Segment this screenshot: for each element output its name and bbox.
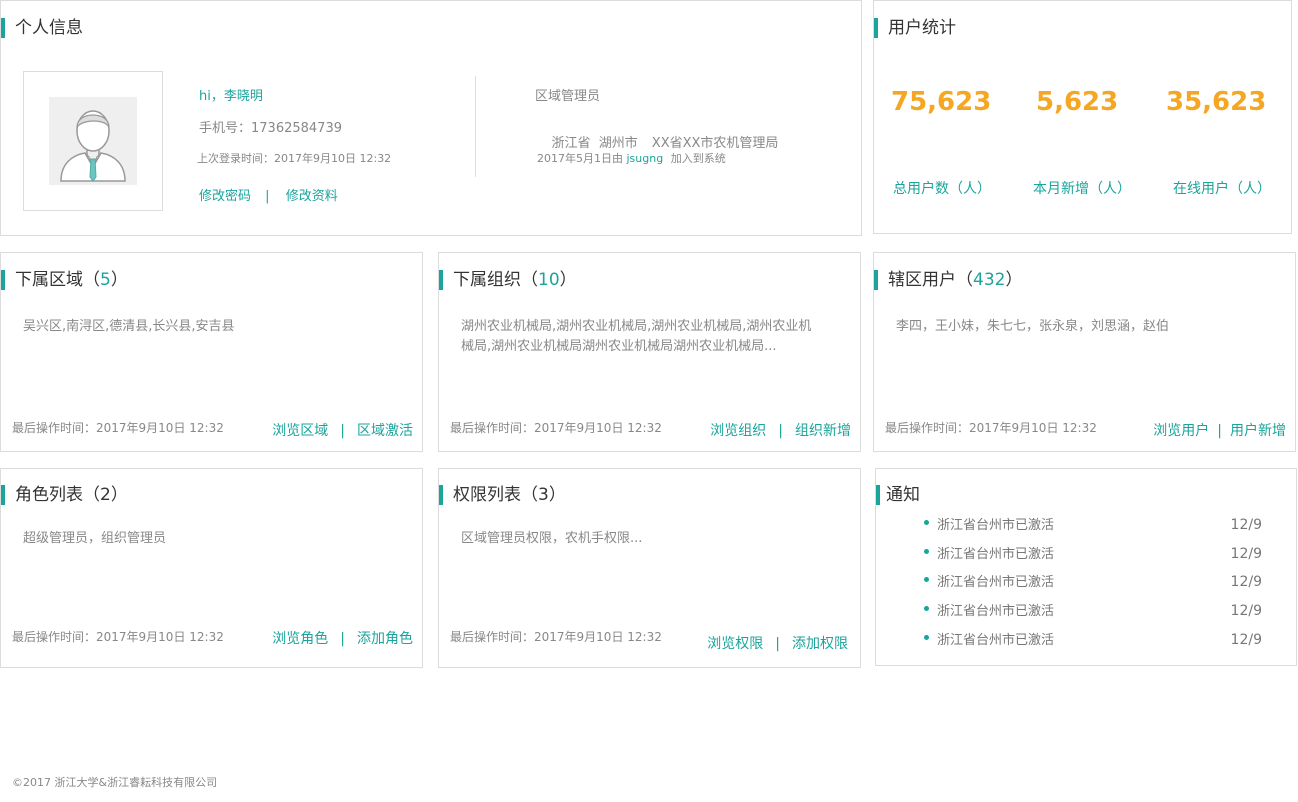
link-separator: | xyxy=(265,189,270,204)
bullet-dot-icon xyxy=(924,520,929,525)
stats-title: 用户统计 xyxy=(874,18,956,38)
avatar-frame xyxy=(23,71,163,211)
orgs-count: 10 xyxy=(538,270,560,290)
footer-copyright: ©2017 浙江大学&浙江睿耘科技有限公司 xyxy=(12,776,218,789)
browse-perms-link[interactable]: 浏览权限 xyxy=(707,636,763,652)
notice-item[interactable]: 浙江省台州市已激活 12/9 xyxy=(924,514,1262,534)
roles-card: 角色列表（2） 超级管理员，组织管理员 最后操作时间：2017年9月10日 12… xyxy=(0,468,423,668)
bullet-dot-icon xyxy=(924,549,929,554)
added-date: 2017年5月1日由 xyxy=(537,152,623,165)
notice-card: 通知 浙江省台州市已激活 12/9 浙江省台州市已激活 12/9 浙江省台州市已… xyxy=(875,468,1297,666)
browse-roles-link[interactable]: 浏览角色 xyxy=(272,631,328,647)
orgs-desc: 湖州农业机械局,湖州农业机械局,湖州农业机械局,湖州农业机械局,湖州农业机械局湖… xyxy=(461,319,812,354)
users-actions: 浏览用户 | 用户新增 xyxy=(1153,423,1286,439)
notice-text: 浙江省台州市已激活 xyxy=(937,575,1055,590)
organization: XX省XX市农机管理局 xyxy=(651,136,779,151)
activate-region-link[interactable]: 区域激活 xyxy=(357,423,413,439)
avatar-icon xyxy=(60,110,126,182)
avatar xyxy=(49,97,137,185)
perms-actions: 浏览权限 | 添加权限 xyxy=(707,636,848,652)
stat-total-label: 总用户数（人） xyxy=(893,181,991,197)
stats-card: 用户统计 75,623 5,623 35,623 总用户数（人） 本月新增（人）… xyxy=(873,0,1292,234)
orgs-actions: 浏览组织 | 组织新增 xyxy=(710,423,851,439)
notice-item[interactable]: 浙江省台州市已激活 12/9 xyxy=(924,571,1262,591)
stat-total-value: 75,623 xyxy=(891,87,992,117)
bullet-dot-icon xyxy=(924,606,929,611)
notice-text: 浙江省台州市已激活 xyxy=(937,547,1055,562)
regions-desc: 吴兴区,南浔区,德清县,长兴县,安吉县 xyxy=(23,319,235,334)
profile-card: 个人信息 hi，李晓明 手机号：17362584739 上次登录时间：2017年… xyxy=(0,0,862,236)
roles-desc: 超级管理员，组织管理员 xyxy=(23,531,167,546)
users-last-op: 最后操作时间：2017年9月10日 12:32 xyxy=(885,421,1097,435)
users-desc: 李四，王小妹，朱七七，张永泉，刘思涵，赵伯 xyxy=(896,319,1170,334)
notice-text: 浙江省台州市已激活 xyxy=(937,604,1055,619)
regions-count: 5 xyxy=(100,270,111,290)
perms-last-op: 最后操作时间：2017年9月10日 12:32 xyxy=(450,630,662,644)
profile-links: 修改密码 | 修改资料 xyxy=(199,185,338,204)
notice-date: 12/9 xyxy=(1230,632,1262,648)
bullet-dot-icon xyxy=(924,635,929,640)
notice-text: 浙江省台州市已激活 xyxy=(937,633,1055,648)
add-user-link[interactable]: 用户新增 xyxy=(1230,423,1286,439)
browse-users-link[interactable]: 浏览用户 xyxy=(1153,423,1209,439)
edit-profile-link[interactable]: 修改资料 xyxy=(286,189,338,204)
added-suffix: 加入到系统 xyxy=(670,152,726,165)
notice-item[interactable]: 浙江省台州市已激活 12/9 xyxy=(924,543,1262,563)
added-by-link[interactable]: jsugng xyxy=(627,152,664,165)
greeting: hi，李晓明 xyxy=(199,89,263,104)
location: 浙江省 湖州市 xyxy=(551,136,638,151)
notice-text: 浙江省台州市已激活 xyxy=(937,518,1055,533)
notice-date: 12/9 xyxy=(1230,603,1262,619)
users-card: 辖区用户（432） 李四，王小妹，朱七七，张永泉，刘思涵，赵伯 最后操作时间：2… xyxy=(873,252,1296,452)
browse-orgs-link[interactable]: 浏览组织 xyxy=(710,423,766,439)
users-count: 432 xyxy=(973,270,1006,290)
profile-divider xyxy=(475,76,476,177)
roles-last-op: 最后操作时间：2017年9月10日 12:32 xyxy=(12,630,224,644)
change-password-link[interactable]: 修改密码 xyxy=(199,189,251,204)
notice-date: 12/9 xyxy=(1230,546,1262,562)
perms-desc: 区域管理员权限，农机手权限... xyxy=(461,531,643,546)
bullet-dot-icon xyxy=(924,577,929,582)
perms-card: 权限列表（3） 区域管理员权限，农机手权限... 最后操作时间：2017年9月1… xyxy=(438,468,861,668)
profile-title: 个人信息 xyxy=(1,18,83,38)
regions-last-op: 最后操作时间：2017年9月10日 12:32 xyxy=(12,421,224,435)
notice-title: 通知 xyxy=(876,485,920,505)
notice-item[interactable]: 浙江省台州市已激活 12/9 xyxy=(924,600,1262,620)
add-role-link[interactable]: 添加角色 xyxy=(357,631,413,647)
orgs-card: 下属组织（10） 湖州农业机械局,湖州农业机械局,湖州农业机械局,湖州农业机械局… xyxy=(438,252,861,452)
browse-regions-link[interactable]: 浏览区域 xyxy=(272,423,328,439)
regions-title: 下属区域（5） xyxy=(1,270,128,290)
role: 区域管理员 xyxy=(535,89,601,104)
perms-title: 权限列表（3） xyxy=(439,485,566,505)
add-org-link[interactable]: 组织新增 xyxy=(795,423,851,439)
phone: 手机号：17362584739 xyxy=(199,121,342,136)
users-title: 辖区用户（432） xyxy=(874,270,1022,290)
notice-date: 12/9 xyxy=(1230,574,1262,590)
last-login: 上次登录时间：2017年9月10日 12:32 xyxy=(197,152,392,165)
stat-month-value: 5,623 xyxy=(1036,87,1119,117)
orgs-title: 下属组织（10） xyxy=(439,270,577,290)
regions-actions: 浏览区域 | 区域激活 xyxy=(272,423,413,439)
orgs-last-op: 最后操作时间：2017年9月10日 12:32 xyxy=(450,421,662,435)
notice-item[interactable]: 浙江省台州市已激活 12/9 xyxy=(924,629,1262,649)
stat-online-value: 35,623 xyxy=(1166,87,1267,117)
stat-month-label: 本月新增（人） xyxy=(1033,181,1131,197)
roles-title: 角色列表（2） xyxy=(1,485,128,505)
stat-online-label: 在线用户（人） xyxy=(1173,181,1271,197)
regions-card: 下属区域（5） 吴兴区,南浔区,德清县,长兴县,安吉县 最后操作时间：2017年… xyxy=(0,252,423,452)
added-row: 2017年5月1日由 jsugng 加入到系统 xyxy=(537,150,726,166)
roles-actions: 浏览角色 | 添加角色 xyxy=(272,631,413,647)
notice-date: 12/9 xyxy=(1230,517,1262,533)
add-perm-link[interactable]: 添加权限 xyxy=(792,636,848,652)
